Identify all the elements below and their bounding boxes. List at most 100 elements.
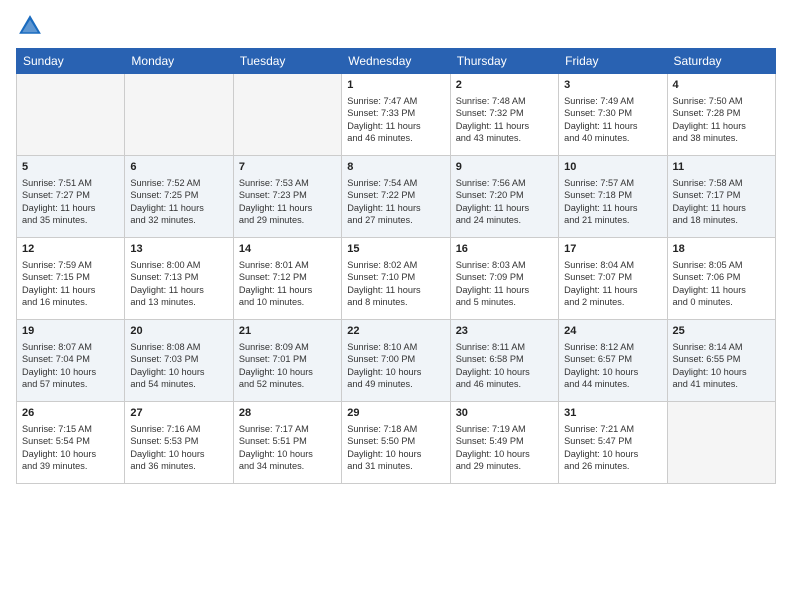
day-info: Sunrise: 8:09 AMSunset: 7:01 PMDaylight:… — [239, 341, 336, 391]
day-info: Sunrise: 7:49 AMSunset: 7:30 PMDaylight:… — [564, 95, 661, 145]
calendar-day-cell: 28Sunrise: 7:17 AMSunset: 5:51 PMDayligh… — [233, 402, 341, 484]
day-info: Sunrise: 7:50 AMSunset: 7:28 PMDaylight:… — [673, 95, 770, 145]
weekday-header-row: SundayMondayTuesdayWednesdayThursdayFrid… — [17, 49, 776, 74]
page: SundayMondayTuesdayWednesdayThursdayFrid… — [0, 0, 792, 612]
day-number: 3 — [564, 78, 661, 93]
day-number: 30 — [456, 406, 553, 421]
calendar-day-cell: 12Sunrise: 7:59 AMSunset: 7:15 PMDayligh… — [17, 238, 125, 320]
calendar-day-cell: 5 Sunrise: 7:51 AMSunset: 7:27 PMDaylight… — [17, 156, 125, 238]
day-number: 29 — [347, 406, 444, 421]
day-number: 24 — [564, 324, 661, 339]
calendar-day-cell: 13 Sunrise: 8:00 AMSunset: 7:13 PMDayligh… — [125, 238, 233, 320]
calendar-week-row: 1Sunrise: 7:47 AMSunset: 7:33 PMDaylight… — [17, 74, 776, 156]
day-info: Sunrise: 8:14 AMSunset: 6:55 PMDaylight:… — [673, 341, 770, 391]
day-number: 28 — [239, 406, 336, 421]
day-number: 13 — [130, 242, 227, 257]
calendar-day-cell: 16 Sunrise: 8:03 AMSunset: 7:09 PMDayligh… — [450, 238, 558, 320]
day-info: Sunrise: 7:56 AMSunset: 7:20 PMDaylight:… — [456, 177, 553, 227]
logo — [16, 12, 48, 40]
calendar-day-cell: 9 Sunrise: 7:56 AMSunset: 7:20 PMDaylight… — [450, 156, 558, 238]
weekday-header-wednesday: Wednesday — [342, 49, 450, 74]
calendar-day-cell — [17, 74, 125, 156]
calendar-day-cell: 4 Sunrise: 7:50 AMSunset: 7:28 PMDaylight… — [667, 74, 775, 156]
day-info: Sunrise: 7:48 AMSunset: 7:32 PMDaylight:… — [456, 95, 553, 145]
calendar-day-cell: 15 Sunrise: 8:02 AMSunset: 7:10 PMDayligh… — [342, 238, 450, 320]
day-number: 11 — [673, 160, 770, 175]
calendar-day-cell: 1Sunrise: 7:47 AMSunset: 7:33 PMDaylight… — [342, 74, 450, 156]
day-number: 2 — [456, 78, 553, 93]
day-info: Sunrise: 7:58 AMSunset: 7:17 PMDaylight:… — [673, 177, 770, 227]
day-number: 4 — [673, 78, 770, 93]
calendar-day-cell: 21 Sunrise: 8:09 AMSunset: 7:01 PMDayligh… — [233, 320, 341, 402]
day-info: Sunrise: 7:16 AMSunset: 5:53 PMDaylight:… — [130, 423, 227, 473]
weekday-header-saturday: Saturday — [667, 49, 775, 74]
calendar-day-cell: 2 Sunrise: 7:48 AMSunset: 7:32 PMDaylight… — [450, 74, 558, 156]
day-info: Sunrise: 7:54 AMSunset: 7:22 PMDaylight:… — [347, 177, 444, 227]
day-info: Sunrise: 7:19 AMSunset: 5:49 PMDaylight:… — [456, 423, 553, 473]
calendar-day-cell: 24 Sunrise: 8:12 AMSunset: 6:57 PMDayligh… — [559, 320, 667, 402]
day-number: 17 — [564, 242, 661, 257]
day-info: Sunrise: 8:05 AMSunset: 7:06 PMDaylight:… — [673, 259, 770, 309]
calendar-day-cell: 20Sunrise: 8:08 AMSunset: 7:03 PMDayligh… — [125, 320, 233, 402]
calendar-day-cell: 22 Sunrise: 8:10 AMSunset: 7:00 PMDayligh… — [342, 320, 450, 402]
day-info: Sunrise: 8:08 AMSunset: 7:03 PMDaylight:… — [130, 341, 227, 391]
calendar-day-cell: 17 Sunrise: 8:04 AMSunset: 7:07 PMDayligh… — [559, 238, 667, 320]
day-info: Sunrise: 8:01 AMSunset: 7:12 PMDaylight:… — [239, 259, 336, 309]
day-info: Sunrise: 7:51 AMSunset: 7:27 PMDaylight:… — [22, 177, 119, 227]
calendar-day-cell: 30 Sunrise: 7:19 AMSunset: 5:49 PMDayligh… — [450, 402, 558, 484]
day-info: Sunrise: 8:10 AMSunset: 7:00 PMDaylight:… — [347, 341, 444, 391]
day-info: Sunrise: 8:00 AMSunset: 7:13 PMDaylight:… — [130, 259, 227, 309]
day-number: 14 — [239, 242, 336, 257]
calendar-day-cell — [667, 402, 775, 484]
calendar: SundayMondayTuesdayWednesdayThursdayFrid… — [16, 48, 776, 484]
weekday-header-tuesday: Tuesday — [233, 49, 341, 74]
calendar-day-cell: 14 Sunrise: 8:01 AMSunset: 7:12 PMDayligh… — [233, 238, 341, 320]
calendar-day-cell: 29 Sunrise: 7:18 AMSunset: 5:50 PMDayligh… — [342, 402, 450, 484]
calendar-day-cell: 8 Sunrise: 7:54 AMSunset: 7:22 PMDaylight… — [342, 156, 450, 238]
logo-icon — [16, 12, 44, 40]
day-number: 8 — [347, 160, 444, 175]
day-info: Sunrise: 7:21 AMSunset: 5:47 PMDaylight:… — [564, 423, 661, 473]
calendar-day-cell: 31 Sunrise: 7:21 AMSunset: 5:47 PMDayligh… — [559, 402, 667, 484]
day-number: 26 — [22, 406, 119, 421]
day-info: Sunrise: 7:52 AMSunset: 7:25 PMDaylight:… — [130, 177, 227, 227]
calendar-day-cell: 11 Sunrise: 7:58 AMSunset: 7:17 PMDayligh… — [667, 156, 775, 238]
header — [16, 12, 776, 40]
calendar-day-cell: 3 Sunrise: 7:49 AMSunset: 7:30 PMDaylight… — [559, 74, 667, 156]
calendar-day-cell — [233, 74, 341, 156]
day-number: 23 — [456, 324, 553, 339]
day-number: 15 — [347, 242, 444, 257]
day-info: Sunrise: 7:53 AMSunset: 7:23 PMDaylight:… — [239, 177, 336, 227]
calendar-week-row: 26Sunrise: 7:15 AMSunset: 5:54 PMDayligh… — [17, 402, 776, 484]
calendar-day-cell — [125, 74, 233, 156]
day-number: 19 — [22, 324, 119, 339]
day-number: 5 — [22, 160, 119, 175]
day-number: 21 — [239, 324, 336, 339]
weekday-header-friday: Friday — [559, 49, 667, 74]
day-info: Sunrise: 8:12 AMSunset: 6:57 PMDaylight:… — [564, 341, 661, 391]
day-info: Sunrise: 8:04 AMSunset: 7:07 PMDaylight:… — [564, 259, 661, 309]
calendar-day-cell: 23 Sunrise: 8:11 AMSunset: 6:58 PMDayligh… — [450, 320, 558, 402]
calendar-day-cell: 6Sunrise: 7:52 AMSunset: 7:25 PMDaylight… — [125, 156, 233, 238]
day-number: 22 — [347, 324, 444, 339]
day-number: 9 — [456, 160, 553, 175]
day-info: Sunrise: 7:59 AMSunset: 7:15 PMDaylight:… — [22, 259, 119, 309]
weekday-header-sunday: Sunday — [17, 49, 125, 74]
weekday-header-monday: Monday — [125, 49, 233, 74]
weekday-header-thursday: Thursday — [450, 49, 558, 74]
calendar-day-cell: 18Sunrise: 8:05 AMSunset: 7:06 PMDayligh… — [667, 238, 775, 320]
day-info: Sunrise: 7:57 AMSunset: 7:18 PMDaylight:… — [564, 177, 661, 227]
day-number: 7 — [239, 160, 336, 175]
day-number: 25 — [673, 324, 770, 339]
day-info: Sunrise: 7:47 AMSunset: 7:33 PMDaylight:… — [347, 95, 444, 145]
day-info: Sunrise: 8:03 AMSunset: 7:09 PMDaylight:… — [456, 259, 553, 309]
day-info: Sunrise: 8:11 AMSunset: 6:58 PMDaylight:… — [456, 341, 553, 391]
calendar-week-row: 5 Sunrise: 7:51 AMSunset: 7:27 PMDaylight… — [17, 156, 776, 238]
calendar-week-row: 19Sunrise: 8:07 AMSunset: 7:04 PMDayligh… — [17, 320, 776, 402]
calendar-day-cell: 26Sunrise: 7:15 AMSunset: 5:54 PMDayligh… — [17, 402, 125, 484]
day-info: Sunrise: 7:18 AMSunset: 5:50 PMDaylight:… — [347, 423, 444, 473]
day-number: 27 — [130, 406, 227, 421]
day-number: 16 — [456, 242, 553, 257]
day-info: Sunrise: 8:02 AMSunset: 7:10 PMDaylight:… — [347, 259, 444, 309]
day-number: 31 — [564, 406, 661, 421]
